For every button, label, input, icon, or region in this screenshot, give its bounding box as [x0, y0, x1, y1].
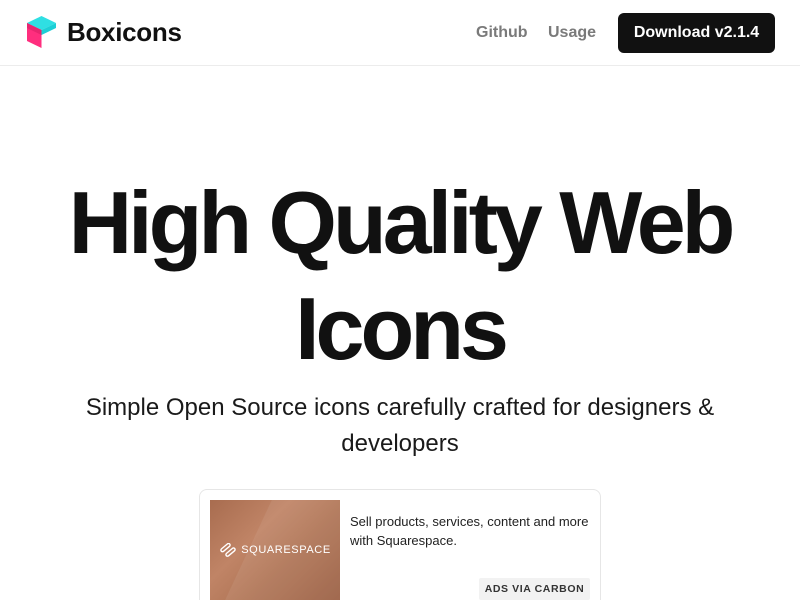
nav-link-usage[interactable]: Usage [548, 23, 596, 43]
squarespace-icon [220, 543, 237, 557]
hero-title-line-1: High Quality Web [68, 173, 736, 272]
brand-name: Boxicons [67, 16, 182, 47]
hero-title-line-2: Icons [295, 279, 509, 378]
download-button[interactable]: Download v2.1.4 [618, 13, 775, 53]
ads-via-carbon-link[interactable]: ADS VIA CARBON [479, 578, 590, 600]
squarespace-wordmark: SQUARESPACE [241, 544, 331, 556]
ad-text[interactable]: Sell products, services, content and mor… [350, 512, 590, 550]
hero-subtitle: Simple Open Source icons carefully craft… [85, 394, 715, 457]
top-navbar: Boxicons Github Usage Download v2.1.4 [0, 0, 800, 66]
boxicons-logo-icon [27, 16, 56, 48]
ad-image[interactable]: SQUARESPACE [210, 500, 340, 600]
brand-link[interactable]: Boxicons [26, 14, 182, 50]
nav-link-github[interactable]: Github [476, 23, 528, 43]
hero-title: High Quality Web Icons [40, 170, 760, 382]
squarespace-logo: SQUARESPACE [219, 543, 331, 557]
